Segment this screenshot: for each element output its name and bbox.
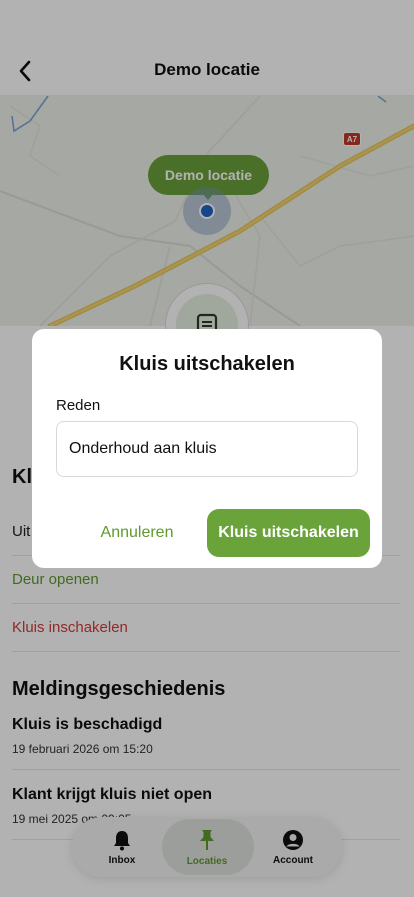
reason-input[interactable] [56,421,358,477]
disable-locker-dialog: Kluis uitschakelen Reden Annuleren Kluis… [32,329,382,568]
reason-label: Reden [56,397,101,414]
cancel-button[interactable]: Annuleren [72,509,202,557]
dialog-title: Kluis uitschakelen [119,353,295,375]
confirm-disable-button[interactable]: Kluis uitschakelen [207,509,370,557]
